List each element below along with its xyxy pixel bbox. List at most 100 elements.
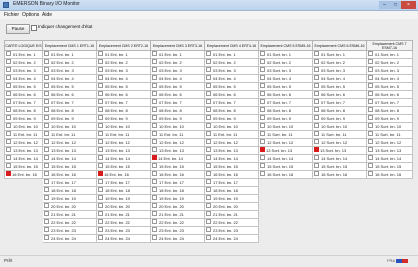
pause-button[interactable]: Pause (6, 24, 30, 34)
io-checkbox[interactable] (98, 203, 103, 209)
io-checkbox[interactable] (314, 99, 319, 105)
io-checkbox[interactable] (98, 227, 103, 233)
io-checkbox[interactable] (206, 235, 211, 241)
io-checkbox[interactable] (368, 123, 373, 129)
active-indicator-icon[interactable] (98, 171, 103, 177)
menu-aide[interactable]: Aide (42, 12, 52, 18)
io-checkbox[interactable] (6, 107, 11, 113)
active-indicator-icon[interactable] (6, 171, 11, 177)
close-button[interactable]: × (401, 1, 416, 9)
io-checkbox[interactable] (206, 99, 211, 105)
io-checkbox[interactable] (314, 131, 319, 137)
io-checkbox[interactable] (206, 227, 211, 233)
io-checkbox[interactable] (152, 187, 157, 193)
io-checkbox[interactable] (206, 179, 211, 185)
io-checkbox[interactable] (206, 187, 211, 193)
io-checkbox[interactable] (368, 139, 373, 145)
io-checkbox[interactable] (260, 123, 265, 129)
io-checkbox[interactable] (44, 147, 49, 153)
io-checkbox[interactable] (44, 139, 49, 145)
io-checkbox[interactable] (44, 227, 49, 233)
io-checkbox[interactable] (98, 67, 103, 73)
io-checkbox[interactable] (260, 83, 265, 89)
io-checkbox[interactable] (314, 75, 319, 81)
io-checkbox[interactable] (314, 123, 319, 129)
io-checkbox[interactable] (44, 107, 49, 113)
io-checkbox[interactable] (98, 131, 103, 137)
io-checkbox[interactable] (98, 187, 103, 193)
io-checkbox[interactable] (206, 59, 211, 65)
io-checkbox[interactable] (98, 235, 103, 241)
io-checkbox[interactable] (260, 75, 265, 81)
io-checkbox[interactable] (368, 163, 373, 169)
io-checkbox[interactable] (44, 203, 49, 209)
io-checkbox[interactable] (152, 91, 157, 97)
io-checkbox[interactable] (6, 147, 11, 153)
io-checkbox[interactable] (152, 115, 157, 121)
io-checkbox[interactable] (206, 203, 211, 209)
io-checkbox[interactable] (368, 147, 373, 153)
io-checkbox[interactable] (206, 139, 211, 145)
io-checkbox[interactable] (44, 115, 49, 121)
io-checkbox[interactable] (314, 51, 319, 57)
io-checkbox[interactable] (98, 195, 103, 201)
io-checkbox[interactable] (314, 83, 319, 89)
io-checkbox[interactable] (260, 91, 265, 97)
io-checkbox[interactable] (152, 75, 157, 81)
io-checkbox[interactable] (314, 107, 319, 113)
io-checkbox[interactable] (44, 235, 49, 241)
io-checkbox[interactable] (6, 163, 11, 169)
io-checkbox[interactable] (152, 67, 157, 73)
io-checkbox[interactable] (314, 91, 319, 97)
io-checkbox[interactable] (206, 115, 211, 121)
io-checkbox[interactable] (152, 163, 157, 169)
io-checkbox[interactable] (314, 163, 319, 169)
io-checkbox[interactable] (368, 99, 373, 105)
io-checkbox[interactable] (6, 59, 11, 65)
io-checkbox[interactable] (206, 123, 211, 129)
io-checkbox[interactable] (98, 219, 103, 225)
io-checkbox[interactable] (260, 67, 265, 73)
io-checkbox[interactable] (152, 203, 157, 209)
io-checkbox[interactable] (152, 179, 157, 185)
io-checkbox[interactable] (260, 163, 265, 169)
io-checkbox[interactable] (206, 131, 211, 137)
io-checkbox[interactable] (206, 195, 211, 201)
io-checkbox[interactable] (98, 139, 103, 145)
io-checkbox[interactable] (98, 115, 103, 121)
io-checkbox[interactable] (152, 195, 157, 201)
io-checkbox[interactable] (368, 91, 373, 97)
io-checkbox[interactable] (206, 171, 211, 177)
io-checkbox[interactable] (44, 171, 49, 177)
io-checkbox[interactable] (6, 123, 11, 129)
io-checkbox[interactable] (368, 115, 373, 121)
io-checkbox[interactable] (152, 139, 157, 145)
io-checkbox[interactable] (260, 115, 265, 121)
io-checkbox[interactable] (44, 83, 49, 89)
io-checkbox[interactable] (98, 107, 103, 113)
io-checkbox[interactable] (260, 51, 265, 57)
io-checkbox[interactable] (44, 123, 49, 129)
io-checkbox[interactable] (152, 107, 157, 113)
io-checkbox[interactable] (152, 59, 157, 65)
io-checkbox[interactable] (260, 107, 265, 113)
io-checkbox[interactable] (260, 99, 265, 105)
menu-fichier[interactable]: Fichier (4, 12, 19, 18)
io-checkbox[interactable] (368, 67, 373, 73)
io-checkbox[interactable] (44, 99, 49, 105)
io-checkbox[interactable] (6, 115, 11, 121)
io-checkbox[interactable] (6, 51, 11, 57)
io-checkbox[interactable] (152, 147, 157, 153)
io-checkbox[interactable] (152, 219, 157, 225)
io-checkbox[interactable] (152, 99, 157, 105)
io-checkbox[interactable] (314, 171, 319, 177)
io-checkbox[interactable] (6, 131, 11, 137)
io-checkbox[interactable] (44, 195, 49, 201)
io-checkbox[interactable] (368, 131, 373, 137)
io-checkbox[interactable] (98, 75, 103, 81)
io-checkbox[interactable] (260, 139, 265, 145)
io-checkbox[interactable] (44, 51, 49, 57)
io-checkbox[interactable] (152, 83, 157, 89)
io-checkbox[interactable] (152, 171, 157, 177)
io-checkbox[interactable] (44, 67, 49, 73)
